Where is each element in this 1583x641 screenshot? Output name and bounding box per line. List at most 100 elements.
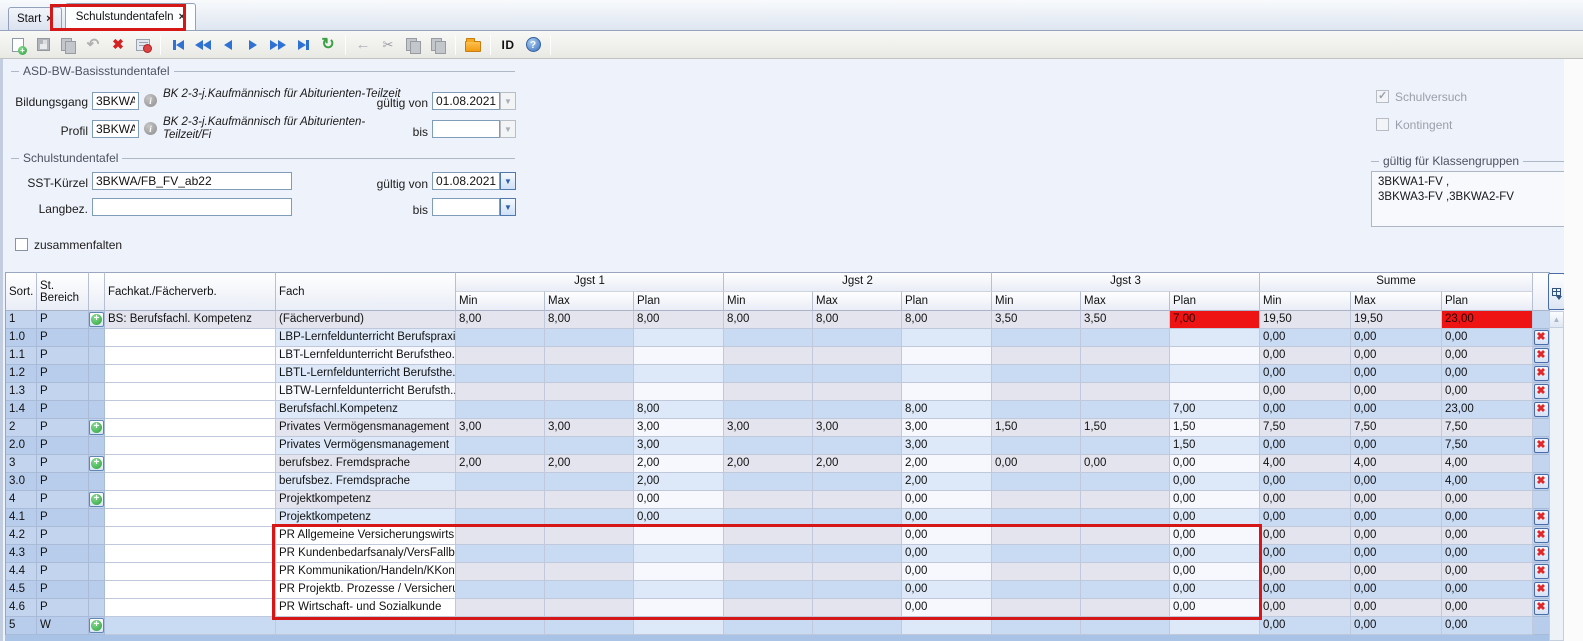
cell-jgst1-plan[interactable]	[634, 563, 724, 581]
cell-jgst3-plan[interactable]	[1170, 617, 1260, 635]
cell-jgst2-plan[interactable]: 3,00	[902, 419, 992, 437]
cell-fachkat[interactable]	[105, 563, 276, 581]
cell-jgst1-plan[interactable]	[634, 527, 724, 545]
cell-fach[interactable]: Privates Vermögensmanagement	[276, 437, 456, 455]
delete-row-button delete-x-icon[interactable]: ✖	[1534, 546, 1549, 561]
cell-jgst3-plan[interactable]: 0,00	[1170, 581, 1260, 599]
delete-row-button delete-x-icon[interactable]: ✖	[1534, 384, 1549, 399]
delete-row-button delete-x-icon[interactable]: ✖	[1534, 348, 1549, 363]
tab-close-icon[interactable]: ×	[46, 13, 52, 25]
cell-jgst3-plan[interactable]	[1170, 329, 1260, 347]
paste-button[interactable]	[426, 33, 450, 57]
new-record-button[interactable]: +	[6, 33, 30, 57]
cell-jgst3-plan[interactable]: 0,00	[1170, 599, 1260, 617]
id-button[interactable]: ID	[496, 33, 520, 57]
cell-jgst3-plan[interactable]: 0,00	[1170, 509, 1260, 527]
delete-button[interactable]: ✖	[106, 33, 130, 57]
cell-jgst1-plan[interactable]	[634, 581, 724, 599]
add-subject-button plus-icon[interactable]: +	[89, 420, 104, 435]
duplicate-button[interactable]	[56, 33, 80, 57]
edit-form-button[interactable]	[131, 33, 155, 57]
add-subject-button plus-icon[interactable]: +	[89, 456, 104, 471]
cell-fachkat[interactable]	[105, 599, 276, 617]
cell-jgst3-plan[interactable]: 0,00	[1170, 455, 1260, 473]
cell-jgst2-plan[interactable]: 0,00	[902, 563, 992, 581]
cell-jgst1-plan[interactable]	[634, 617, 724, 635]
cell-fachkat[interactable]	[105, 419, 276, 437]
cell-jgst2-plan[interactable]	[902, 617, 992, 635]
cell-jgst1-plan[interactable]	[634, 599, 724, 617]
cell-jgst3-plan[interactable]: 0,00	[1170, 473, 1260, 491]
undo-button[interactable]: ↶	[81, 33, 105, 57]
cell-jgst1-plan[interactable]	[634, 347, 724, 365]
add-subject-button plus-icon[interactable]: +	[89, 312, 104, 327]
cell-jgst2-plan[interactable]: 2,00	[902, 455, 992, 473]
cell-jgst2-plan[interactable]	[902, 383, 992, 401]
cell-jgst1-plan[interactable]: 2,00	[634, 473, 724, 491]
cell-fachkat[interactable]	[105, 347, 276, 365]
copy-button[interactable]	[401, 33, 425, 57]
cell-jgst3-plan[interactable]: 0,00	[1170, 491, 1260, 509]
cell-fach[interactable]: berufsbez. Fremdsprache	[276, 473, 456, 491]
sst-gueltig-von-field[interactable]	[432, 172, 500, 190]
cell-fachkat[interactable]	[105, 473, 276, 491]
cell-fach[interactable]: LBTL-Lernfeldunterricht Berufsthe...	[276, 365, 456, 383]
delete-row-button delete-x-icon[interactable]: ✖	[1534, 582, 1549, 597]
cell-jgst2-plan[interactable]: 0,00	[902, 581, 992, 599]
next-record-button[interactable]	[241, 33, 265, 57]
sst-kuerzel-field[interactable]	[92, 172, 292, 190]
cell-jgst3-plan[interactable]: 1,50	[1170, 437, 1260, 455]
cell-jgst2-plan[interactable]: 0,00	[902, 599, 992, 617]
sst-bis-dropdown chevron-down-icon[interactable]: ▼	[500, 198, 516, 216]
zusammenfalten-checkbox[interactable]	[15, 238, 28, 251]
cell-jgst1-plan[interactable]: 8,00	[634, 401, 724, 419]
cell-jgst2-plan[interactable]: 8,00	[902, 401, 992, 419]
cell-fachkat[interactable]	[105, 383, 276, 401]
cell-jgst3-plan[interactable]	[1170, 365, 1260, 383]
cell-fachkat[interactable]	[105, 491, 276, 509]
delete-row-button delete-x-icon[interactable]: ✖	[1534, 330, 1549, 345]
tab-schulstundentafeln[interactable]: Schulstundentafeln ×	[65, 3, 196, 30]
delete-row-button delete-x-icon[interactable]: ✖	[1534, 438, 1549, 453]
cell-fachkat[interactable]	[105, 509, 276, 527]
cell-jgst1-plan[interactable]	[634, 383, 724, 401]
cell-jgst3-plan[interactable]: 0,00	[1170, 563, 1260, 581]
open-folder-button[interactable]	[461, 33, 485, 57]
delete-row-button delete-x-icon[interactable]: ✖	[1534, 366, 1549, 381]
cell-jgst2-plan[interactable]: 3,00	[902, 437, 992, 455]
cell-jgst2-plan[interactable]	[902, 365, 992, 383]
cell-fachkat[interactable]	[105, 365, 276, 383]
add-subject-button plus-icon[interactable]: +	[89, 492, 104, 507]
delete-row-button delete-x-icon[interactable]: ✖	[1534, 510, 1549, 525]
back-button[interactable]: ←	[351, 33, 375, 57]
add-subject-button plus-icon[interactable]: +	[89, 618, 104, 633]
cell-fachkat[interactable]	[105, 401, 276, 419]
vertical-scrollbar[interactable]: ▲	[1549, 311, 1564, 641]
tab-close-icon[interactable]: ×	[179, 11, 185, 23]
cell-fach[interactable]: LBT-Lernfeldunterricht Berufstheo...	[276, 347, 456, 365]
cell-fach[interactable]: Projektkompetenz	[276, 509, 456, 527]
scroll-up-icon[interactable]: ▲	[1550, 312, 1563, 328]
basis-gueltig-von-field[interactable]	[432, 92, 500, 110]
cell-jgst3-plan[interactable]: 1,50	[1170, 419, 1260, 437]
cell-jgst2-plan[interactable]: 0,00	[902, 545, 992, 563]
cell-fachkat[interactable]	[105, 455, 276, 473]
column-chooser-button table-grid-icon[interactable]	[1548, 273, 1565, 310]
cell-fachkat[interactable]	[105, 581, 276, 599]
fast-forward-button[interactable]	[266, 33, 290, 57]
cell-jgst2-plan[interactable]: 2,00	[902, 473, 992, 491]
cell-jgst2-plan[interactable]	[902, 329, 992, 347]
cell-jgst1-plan[interactable]	[634, 329, 724, 347]
cut-button[interactable]: ✂	[376, 33, 400, 57]
first-record-button[interactable]	[166, 33, 190, 57]
bildungsgang-field[interactable]	[92, 92, 139, 110]
cell-fach[interactable]: PR Kundenbedarfsanaly/VersFallbea	[276, 545, 456, 563]
cell-jgst3-plan[interactable]	[1170, 383, 1260, 401]
cell-jgst2-plan[interactable]: 0,00	[902, 491, 992, 509]
previous-record-button[interactable]	[216, 33, 240, 57]
cell-jgst1-plan[interactable]: 0,00	[634, 491, 724, 509]
last-record-button[interactable]	[291, 33, 315, 57]
cell-fachkat[interactable]	[105, 545, 276, 563]
profil-field[interactable]	[92, 120, 139, 138]
cell-jgst1-plan[interactable]	[634, 545, 724, 563]
